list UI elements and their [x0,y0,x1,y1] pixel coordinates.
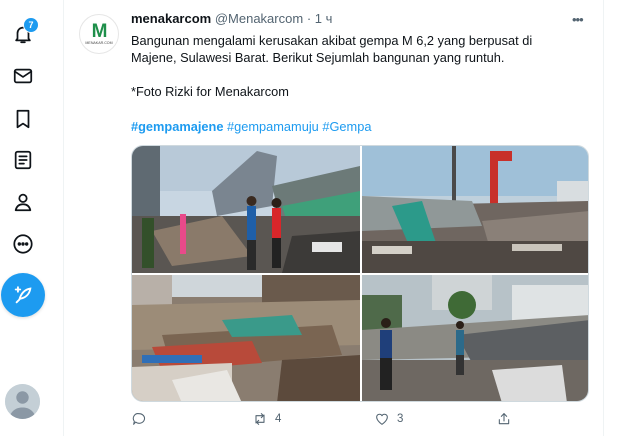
reply-button[interactable] [131,411,147,427]
retweet-button[interactable]: 4 [252,411,281,427]
photo-image [132,146,360,273]
retweet-icon [255,413,265,425]
hashtag-link[interactable]: #gempamajene [131,119,223,134]
list-icon [14,150,32,170]
tweet-action-bar: 4 3 [131,411,591,431]
tweet-text: Bangunan mengalami kerusakan akibat gemp… [131,32,596,100]
tweet-author-avatar[interactable]: M MENAKAR.COM [79,14,119,54]
photo-rubble-pile[interactable] [132,275,360,401]
account-avatar[interactable] [5,384,40,419]
hashtag-link[interactable]: #Gempa [322,119,371,134]
photo-image [132,275,360,401]
share-icon [498,413,510,425]
messages-link[interactable] [8,61,38,91]
tweet-text-line: Majene, Sulawesi Barat. Berikut Sejumlah… [131,50,505,65]
retweet-count: 4 [275,413,282,425]
default-avatar-icon [5,384,40,419]
photo-street-debris-people[interactable] [362,275,588,401]
lists-link[interactable] [8,145,38,175]
timeline-left-border [63,0,64,436]
feather-plus-icon [14,286,32,304]
tweet-more-options-icon[interactable]: ••• [572,12,584,27]
profile-link[interactable] [8,187,38,217]
photo-collapsed-building-people[interactable] [132,146,360,273]
like-count: 3 [397,413,404,425]
photo-image [362,146,588,273]
tweet-header: menakarcom @Menakarcom · 1 ч [131,11,332,26]
like-button[interactable]: 3 [374,411,403,427]
bookmark-icon [16,109,30,129]
hashtag-link[interactable]: #gempamamuju [227,119,319,134]
photo-credit: *Foto Rizki for Menakarcom [131,84,289,99]
author-logo-text: MENAKAR.COM [85,40,113,45]
bookmarks-link[interactable] [8,104,38,134]
author-display-name[interactable]: menakarcom [131,11,211,26]
photo-image [362,275,588,401]
tweet-hashtags: #gempamajene #gempamamuju #Gempa [131,119,371,134]
notification-badge: 7 [23,17,39,33]
envelope-icon [13,68,33,84]
heart-icon [376,413,388,425]
header-separator: · [306,11,312,26]
compose-tweet-button[interactable] [1,273,45,317]
side-navigation: 7 [0,0,46,436]
timeline-right-border [603,0,604,436]
reply-icon [132,413,145,425]
more-circle-icon [13,234,33,254]
person-icon [14,193,32,212]
tweet-media-grid [131,145,589,402]
share-button[interactable] [496,411,512,427]
photo-collapsed-roof-debris[interactable] [362,146,588,273]
tweet-text-line: Bangunan mengalami kerusakan akibat gemp… [131,33,533,48]
author-handle[interactable]: @Menakarcom [215,11,303,26]
more-menu-link[interactable] [8,229,38,259]
author-logo-mark: M [91,20,108,42]
tweet-timestamp[interactable]: 1 ч [315,11,333,26]
